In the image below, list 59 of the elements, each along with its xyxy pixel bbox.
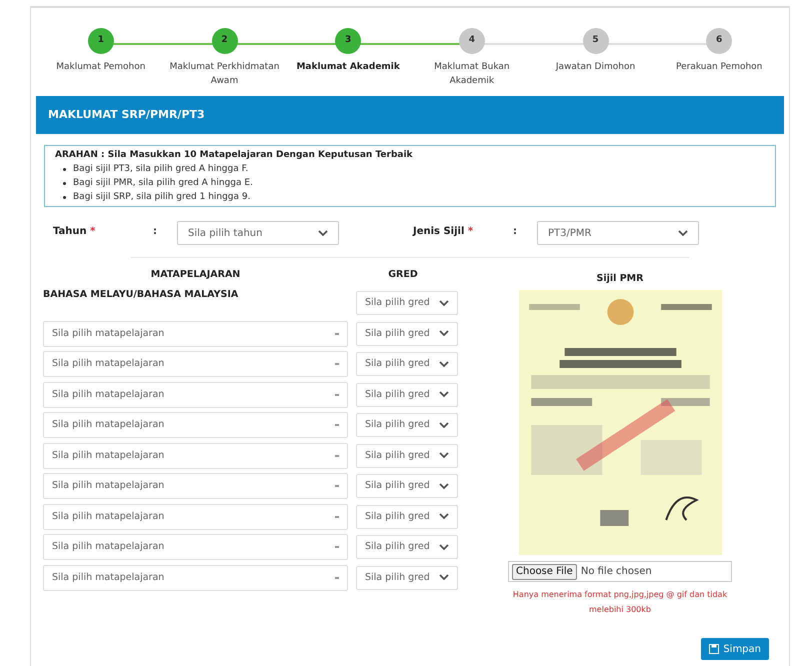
subject-dropdown[interactable]: Sila pilih matapelajaran: [43, 351, 348, 378]
grade-dropdown[interactable]: Sila pilih gred: [356, 444, 458, 468]
chevron-down-icon: [678, 230, 688, 236]
section-header: MAKLUMAT SRP/PMR/PT3: [36, 96, 784, 134]
subject-dropdown[interactable]: Sila pilih matapelajaran: [43, 382, 348, 408]
subject-dropdown[interactable]: Sila pilih matapelajaran: [43, 564, 348, 591]
chevron-down-icon: [439, 482, 449, 490]
chevron-down-icon: [439, 360, 449, 368]
chevron-down-icon: [439, 452, 449, 460]
step-label: Maklumat Bukan Akademik: [433, 61, 511, 88]
field-label: Tahun *: [53, 225, 96, 239]
grade-dropdown[interactable]: Sila pilih gred: [356, 352, 458, 376]
step-label: Maklumat Perkhidmatan Awam: [168, 61, 280, 88]
step-label: Jawatan Dimohon: [554, 61, 636, 74]
grade-dropdown[interactable]: Sila pilih gred: [356, 322, 458, 346]
subject-dropdown[interactable]: Sila pilih matapelajaran: [43, 320, 348, 347]
chevron-down-icon: [439, 391, 449, 398]
chevron-down-icon: [439, 300, 449, 307]
bullet-icon: [63, 182, 66, 185]
field-colon: :: [513, 225, 518, 239]
chevron-down-icon: [439, 422, 449, 429]
instruction-item: Bagi sijil SRP, sila pilih gred 1 hingga 9.: [73, 191, 250, 204]
grade-dropdown[interactable]: Sila pilih gred: [356, 382, 458, 407]
grade-dropdown[interactable]: Sila pilih gred: [356, 291, 458, 316]
chevron-down-icon: [439, 574, 449, 582]
step-label: Maklumat Pemohon: [55, 61, 146, 74]
grade-dropdown[interactable]: Sila pilih gred: [356, 535, 458, 560]
subject-dropdown[interactable]: Sila pilih matapelajaran: [43, 442, 348, 469]
instruction-item: Bagi sijil PT3, sila pilih gred A hingga F.: [73, 163, 248, 176]
grade-dropdown[interactable]: Sila pilih gred: [356, 474, 458, 498]
subject-dropdown[interactable]: Sila pilih matapelajaran: [43, 473, 348, 500]
subject-dropdown[interactable]: Sila pilih matapelajaran: [43, 504, 348, 530]
chevron-down-icon: [439, 544, 449, 551]
subject-dropdown[interactable]: Sila pilih matapelajaran: [43, 534, 348, 560]
chevron-down-icon: [439, 330, 449, 338]
instruction-heading: ARAHAN : Sila Masukkan 10 Matapelajaran Dengan Keputusan Terbaik: [55, 149, 414, 162]
grade-dropdown[interactable]: Sila pilih gred: [356, 566, 458, 590]
save-button[interactable]: Simpan: [701, 638, 769, 660]
grade-dropdown[interactable]: Sila pilih gred: [356, 413, 458, 438]
step-label: Perakuan Pemohon: [674, 61, 764, 74]
file-input[interactable]: Choose File No file chosen: [508, 561, 732, 582]
subject-name: BAHASA MELAYU/BAHASA MALAYSIA: [43, 288, 240, 302]
chevron-down-icon: [439, 513, 449, 520]
bullet-icon: [63, 168, 66, 171]
field-colon: :: [153, 225, 158, 239]
certificate-title: Sijil PMR: [596, 272, 644, 286]
dropdown[interactable]: PT3/PMR: [537, 221, 699, 245]
instruction-item: Bagi sijil PMR, sila pilih gred A hingga E.: [73, 177, 253, 190]
dropdown[interactable]: Sila pilih tahun: [177, 221, 339, 245]
field-label: Jenis Sijil *: [413, 225, 474, 239]
step-label: Maklumat Akademik: [295, 61, 401, 74]
subject-dropdown[interactable]: Sila pilih matapelajaran: [43, 412, 348, 438]
grade-dropdown[interactable]: Sila pilih gred: [356, 504, 458, 529]
bullet-icon: [63, 196, 66, 199]
column-header: MATAPELAJARAN: [150, 268, 242, 282]
upload-note: Hanya menerima format png,jpg,jpeg @ gif dan tidak melebihi 300kb: [512, 589, 728, 616]
chevron-down-icon: [318, 230, 328, 236]
column-header: GRED: [387, 268, 419, 282]
save-icon: [709, 644, 720, 654]
